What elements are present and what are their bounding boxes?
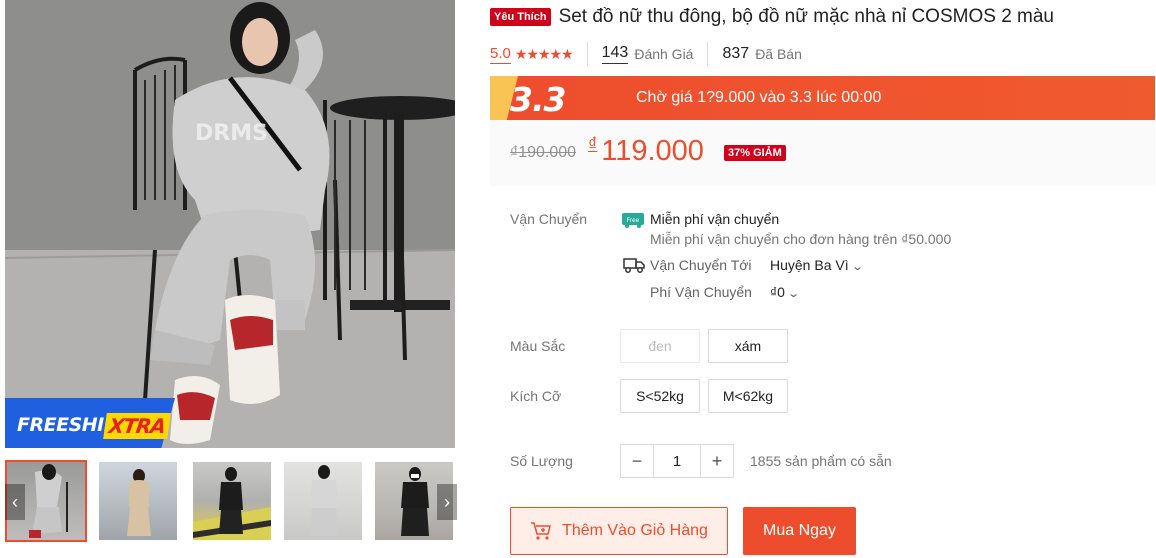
stock-available: 1855 sản phẩm có sẵn xyxy=(750,453,892,469)
thumbnail-4[interactable] xyxy=(282,460,364,542)
rating-stars-icon: ★★★★★ xyxy=(514,45,574,62)
chevron-left-icon: ‹ xyxy=(12,491,18,512)
free-shipping-icon-text: Free xyxy=(627,217,640,224)
chevron-down-icon: ⌄ xyxy=(850,261,864,273)
discount-badge: 37% GIẢM xyxy=(724,145,786,161)
quantity-increase-button[interactable]: + xyxy=(701,445,733,477)
sold-count: 837 xyxy=(722,45,750,62)
thumbnail-4-image xyxy=(310,465,338,536)
main-product-image[interactable]: DRMS FREESHIP XTRA xyxy=(5,0,455,448)
original-price: ₫190.000 xyxy=(510,144,577,161)
quantity-label: Số Lượng xyxy=(510,453,573,469)
add-to-cart-button[interactable]: Thêm Vào Giỏ Hàng xyxy=(510,507,728,555)
thumbnail-prev-button[interactable]: ‹ xyxy=(5,484,25,520)
shipping-destination-label: Vận Chuyển Tới xyxy=(650,257,752,273)
flash-sale-bar: 3.3 Chờ giá 1?9.000 vào 3.3 lúc 00:00 xyxy=(490,76,1155,120)
reviews-count[interactable]: 143 xyxy=(601,44,629,64)
current-price: ₫ 119.000 xyxy=(588,134,704,168)
product-title: Set đồ nữ thu đông, bộ đồ nữ mặc nhà nỉ … xyxy=(558,6,1055,27)
stats-divider xyxy=(707,42,709,66)
xtra-text: XTRA xyxy=(103,413,171,439)
price-section: ₫190.000 ₫ 119.000 37% GIẢM xyxy=(490,120,1155,186)
free-shipping-title: Miễn phí vận chuyển xyxy=(650,211,780,227)
thumbnail-strip: ‹ › xyxy=(5,460,457,544)
freeship-xtra-banner: FREESHIP XTRA xyxy=(5,394,175,448)
quantity-input[interactable] xyxy=(653,445,701,477)
current-price-value: 119.000 xyxy=(601,135,704,167)
thumbnail-3[interactable] xyxy=(191,460,273,542)
size-option-s[interactable]: S<52kg xyxy=(620,379,700,413)
flash-sale-countdown: Chờ giá 1?9.000 vào 3.3 lúc 00:00 xyxy=(636,89,882,106)
free-shipping-icon: Free xyxy=(622,213,644,228)
free-shipping-subtitle: Miễn phí vận chuyển cho đơn hàng trên ₫5… xyxy=(650,231,952,247)
chevron-right-icon: › xyxy=(444,491,450,512)
color-option-black: đen xyxy=(620,329,700,363)
currency-symbol: ₫ xyxy=(588,134,598,154)
product-photo: DRMS xyxy=(5,0,455,448)
size-option-m[interactable]: M<62kg xyxy=(708,379,788,413)
stats-divider xyxy=(586,42,588,66)
thumbnail-next-button[interactable]: › xyxy=(437,484,457,520)
quantity-stepper: − + xyxy=(620,444,734,478)
thumbnail-3-image xyxy=(193,467,271,540)
shipping-fee-select[interactable]: ₫0 ⌄ xyxy=(770,284,801,300)
truck-icon xyxy=(623,258,645,273)
size-label: Kích Cỡ xyxy=(510,388,562,404)
sold-label: Đã Bán xyxy=(755,46,802,62)
product-stats: 5.0 ★★★★★ 143 Đánh Giá 837 Đã Bán xyxy=(490,42,802,66)
shipping-destination-value: Huyện Ba Vì xyxy=(770,257,849,273)
add-to-cart-label: Thêm Vào Giỏ Hàng xyxy=(562,522,708,539)
thumbnail-2-image xyxy=(127,469,151,536)
flash-sale-logo: 3.3 xyxy=(510,80,566,119)
shipping-label: Vận Chuyển xyxy=(510,211,588,227)
freeship-text: FREESHIP xyxy=(17,414,118,436)
buy-now-button[interactable]: Mua Ngay xyxy=(743,507,856,555)
color-label: Màu Sắc xyxy=(510,338,566,354)
svg-text:DRMS: DRMS xyxy=(195,121,268,146)
chevron-down-icon: ⌄ xyxy=(787,288,801,300)
shipping-destination-select[interactable]: Huyện Ba Vì ⌄ xyxy=(770,257,864,273)
rating-score[interactable]: 5.0 xyxy=(490,45,511,64)
shipping-fee-value: ₫0 xyxy=(770,284,785,300)
cart-plus-icon xyxy=(531,522,552,540)
thumbnail-2[interactable] xyxy=(97,460,179,542)
reviews-label: Đánh Giá xyxy=(634,46,694,62)
quantity-decrease-button[interactable]: − xyxy=(621,445,653,477)
product-title-row: Yêu Thích Set đồ nữ thu đông, bộ đồ nữ m… xyxy=(490,6,1150,28)
favorite-badge: Yêu Thích xyxy=(490,8,551,26)
shipping-fee-label: Phí Vận Chuyển xyxy=(650,284,752,300)
color-option-gray[interactable]: xám xyxy=(708,329,788,363)
